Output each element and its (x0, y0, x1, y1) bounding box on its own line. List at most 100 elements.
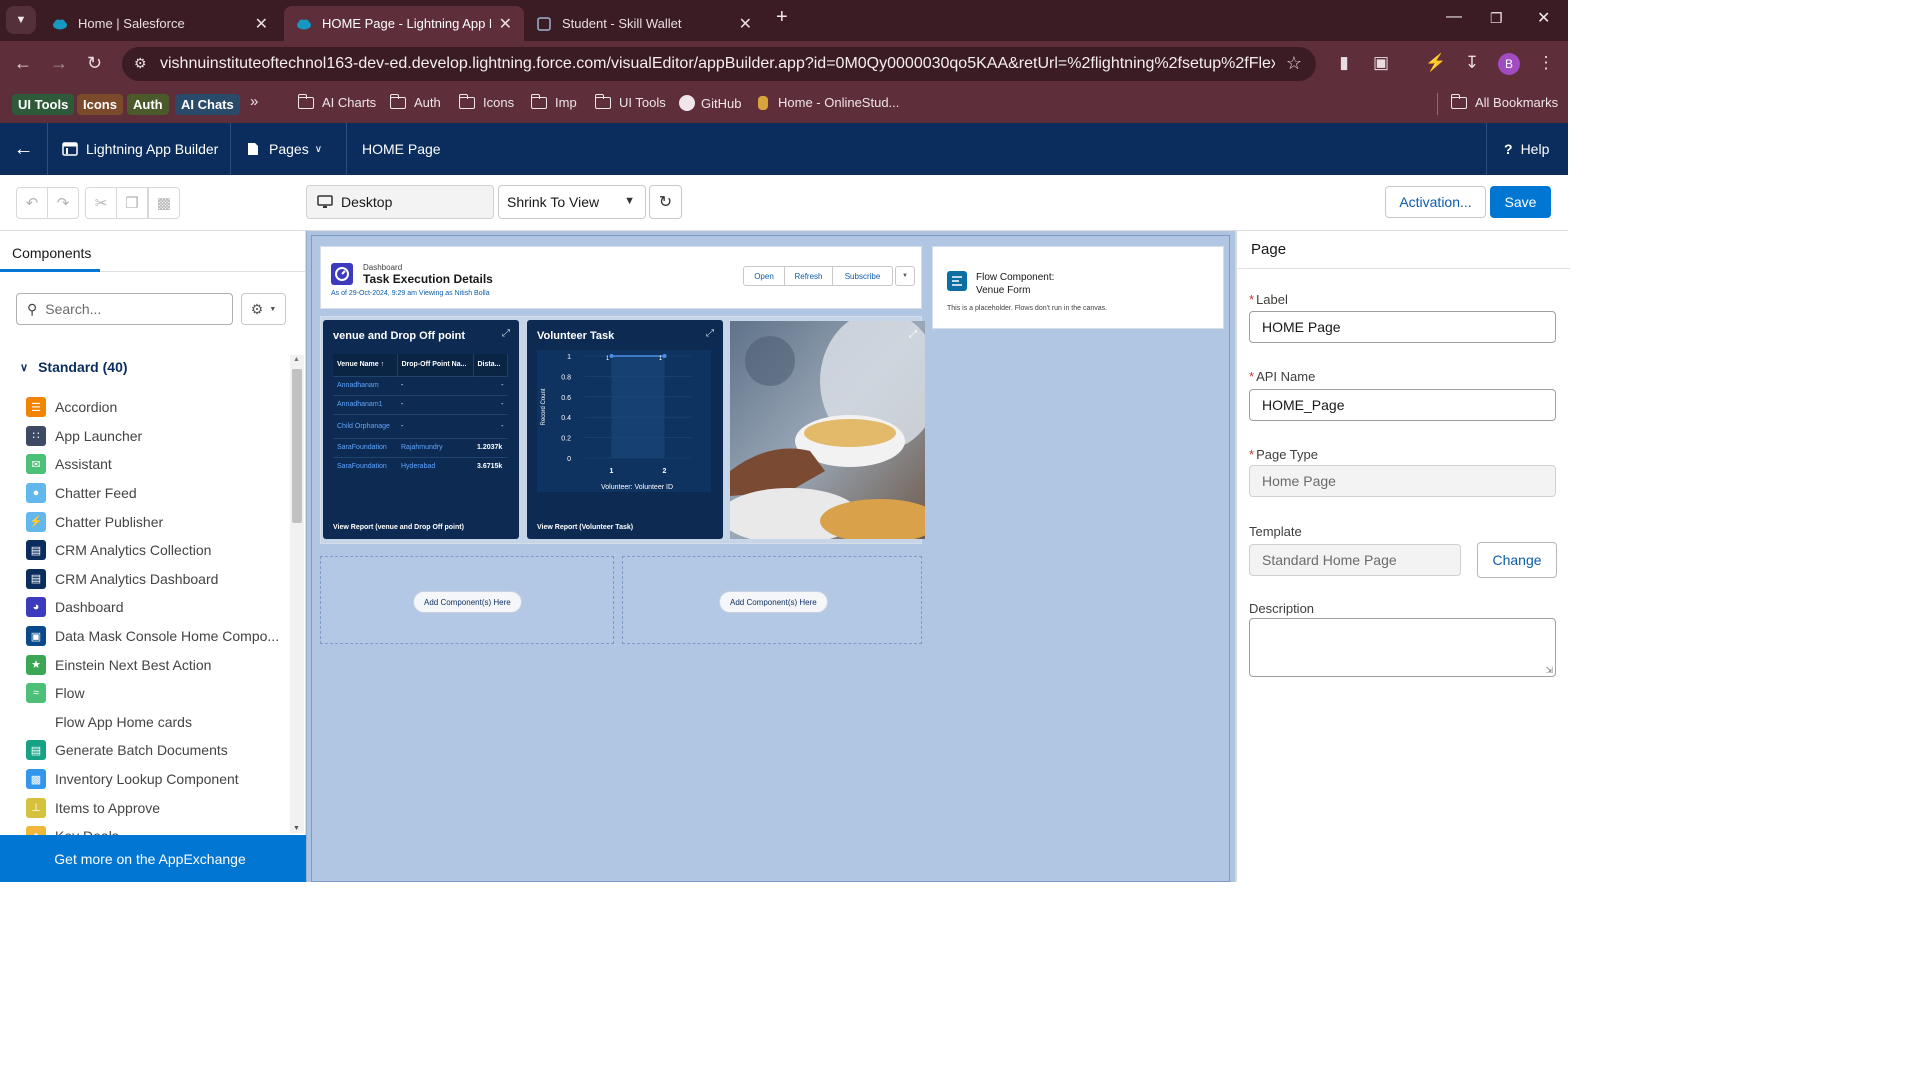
close-window-icon[interactable]: ✕ (1537, 8, 1550, 28)
component-accordion[interactable]: ☰ Accordion (26, 393, 286, 422)
bookmark-chip-icons[interactable]: Icons (77, 94, 123, 115)
component-crm-analytics-dashboard[interactable]: ▤ CRM Analytics Dashboard (26, 565, 286, 594)
bookmark-ai-charts[interactable]: AI Charts (297, 93, 376, 110)
bookmark-icons[interactable]: Icons (458, 93, 514, 110)
venue-link[interactable]: SaraFoundation (333, 456, 397, 476)
component-inventory-lookup[interactable]: ▩ Inventory Lookup Component (26, 765, 286, 794)
extensions-icon[interactable]: ▣ (1371, 53, 1391, 73)
drop-zone-right[interactable]: Add Component(s) Here (622, 556, 922, 644)
tab-skill-wallet[interactable]: Student - Skill Wallet ✕ (524, 6, 764, 41)
forward-arrow-icon[interactable]: → (50, 53, 68, 74)
address-bar[interactable]: ⚙ vishnuinstituteoftechnol163-dev-ed.dev… (122, 47, 1316, 81)
bookmark-onlinestud[interactable]: Home - OnlineStud... (758, 95, 899, 110)
settings-menu-button[interactable]: ⚙ ▼ (241, 293, 286, 325)
component-assistant[interactable]: ✉ Assistant (26, 450, 286, 479)
expand-icon[interactable]: ⤢ (502, 328, 510, 339)
column-header[interactable]: Dista... (473, 354, 508, 376)
component-flow[interactable]: ≈ Flow (26, 679, 286, 708)
dashboard-more-button[interactable]: ▼ (895, 266, 915, 286)
component-chatter-publisher[interactable]: ⚡ Chatter Publisher (26, 507, 286, 536)
zoom-select[interactable]: Shrink To View ▼ (498, 185, 646, 219)
tab-components[interactable]: Components (12, 245, 91, 261)
close-icon[interactable]: ✕ (255, 14, 268, 34)
dashboard-component[interactable]: Dashboard Task Execution Details As of 2… (320, 246, 922, 309)
dropoff-link[interactable]: Rajahmundry (397, 437, 473, 457)
close-icon[interactable]: ✕ (739, 14, 752, 34)
back-arrow-icon[interactable]: ← (14, 53, 32, 74)
restore-icon[interactable]: ❐ (1490, 10, 1503, 27)
component-search-input[interactable]: ⚲ Search... (16, 293, 233, 325)
all-bookmarks-button[interactable]: All Bookmarks (1450, 93, 1558, 110)
save-button[interactable]: Save (1490, 186, 1551, 218)
bookmark-imp[interactable]: Imp (530, 93, 577, 110)
redo-button[interactable]: ↷ (47, 187, 79, 219)
component-generate-batch-documents[interactable]: ▤ Generate Batch Documents (26, 736, 286, 765)
bookmark-github[interactable]: GitHub (679, 95, 741, 111)
pages-menu[interactable]: Pages ∨ (231, 123, 347, 175)
performance-icon[interactable]: ⚡ (1425, 53, 1446, 73)
description-textarea[interactable]: ⇲ (1249, 618, 1556, 677)
tab-search-button[interactable]: ▼ (6, 6, 36, 34)
paste-button[interactable]: ▩ (148, 187, 180, 219)
help-button[interactable]: ? Help (1487, 123, 1568, 175)
venue-link[interactable]: Child Orphanage (333, 413, 397, 438)
expand-icon[interactable]: ⤢ (706, 328, 714, 339)
scroll-up-icon[interactable]: ▲ (293, 356, 300, 363)
component-crm-analytics-collection[interactable]: ▤ CRM Analytics Collection (26, 536, 286, 565)
add-component-button[interactable]: Add Component(s) Here (413, 591, 522, 613)
api-name-input[interactable]: HOME_Page (1249, 389, 1556, 421)
menu-kebab-icon[interactable]: ⋮ (1536, 53, 1556, 73)
close-icon[interactable]: ✕ (499, 14, 512, 34)
components-scrollbar[interactable]: ▲ ▼ (290, 355, 304, 833)
component-items-to-approve[interactable]: ⊥ Items to Approve (26, 793, 286, 822)
flow-component[interactable]: Flow Component: Venue Form This is a pla… (932, 246, 1224, 329)
dashboard-subscribe-button[interactable]: Subscribe (833, 266, 893, 286)
bookmark-ui-tools[interactable]: UI Tools (594, 93, 666, 110)
column-header[interactable]: Venue Name ↑ (333, 354, 398, 376)
component-app-launcher[interactable]: ∷ App Launcher (26, 422, 286, 451)
drop-zone-left[interactable]: Add Component(s) Here (320, 556, 614, 644)
add-component-button[interactable]: Add Component(s) Here (719, 591, 828, 613)
refresh-canvas-button[interactable]: ↻ (649, 185, 682, 219)
venue-link[interactable]: SaraFoundation (333, 437, 397, 457)
dashboard-open-button[interactable]: Open (743, 266, 785, 286)
bookmark-chip-auth[interactable]: Auth (127, 94, 169, 115)
undo-button[interactable]: ↶ (16, 187, 48, 219)
bookmark-chip-ai-chats[interactable]: AI Chats (175, 94, 240, 115)
dropoff-link[interactable]: Hyderabad (397, 456, 473, 476)
bookmark-auth[interactable]: Auth (389, 93, 441, 110)
view-report-link[interactable]: View Report (venue and Drop Off point) (333, 524, 464, 531)
label-input[interactable]: HOME Page (1249, 311, 1556, 343)
component-einstein-next-best-action[interactable]: ★ Einstein Next Best Action (26, 650, 286, 679)
cut-button[interactable]: ✂ (85, 187, 117, 219)
venue-table-widget[interactable]: venue and Drop Off point ⤢ Venue Name ↑ … (323, 320, 519, 539)
profile-avatar[interactable]: B (1498, 53, 1520, 75)
component-data-mask-console[interactable]: ▣ Data Mask Console Home Compo... (26, 622, 286, 651)
tab-home-salesforce[interactable]: Home | Salesforce ✕ (40, 6, 280, 41)
back-button[interactable]: ← (0, 123, 48, 175)
download-icon[interactable]: ↧ (1462, 53, 1482, 73)
expand-icon[interactable]: ⤢ (909, 329, 917, 340)
column-header[interactable]: Drop-Off Point Na... (397, 354, 474, 376)
appexchange-link[interactable]: Get more on the AppExchange (0, 835, 306, 882)
component-dashboard[interactable]: ◕ Dashboard (26, 593, 286, 622)
reload-icon[interactable]: ↻ (87, 53, 102, 74)
new-tab-button[interactable]: + (776, 6, 788, 29)
component-chatter-feed[interactable]: ● Chatter Feed (26, 479, 286, 508)
volunteer-chart-widget[interactable]: Volunteer Task ⤢ 1 0.8 0.6 0.4 0.2 0 1 2 1 1 Volun… (527, 320, 723, 539)
venue-link[interactable]: Annadhanam (333, 375, 397, 395)
copy-button[interactable]: ❐ (116, 187, 148, 219)
scroll-down-icon[interactable]: ▼ (293, 825, 300, 832)
scroll-thumb[interactable] (292, 369, 302, 523)
bookmark-star-icon[interactable]: ☆ (1286, 53, 1302, 74)
standard-section-header[interactable]: ∨ Standard (40) (20, 359, 128, 375)
view-report-link[interactable]: View Report (Volunteer Task) (537, 524, 633, 531)
device-selector[interactable]: Desktop (306, 185, 494, 219)
component-flow-app-home-cards[interactable]: Flow App Home cards (26, 708, 286, 737)
reading-mode-icon[interactable]: ▮ (1334, 53, 1354, 73)
change-template-button[interactable]: Change (1477, 542, 1557, 578)
venue-link[interactable]: Annadhanam1 (333, 394, 397, 414)
activation-button[interactable]: Activation... (1385, 186, 1486, 218)
more-bookmarks-button[interactable]: » (250, 93, 258, 110)
bookmark-chip-ui-tools[interactable]: UI Tools (12, 94, 75, 115)
